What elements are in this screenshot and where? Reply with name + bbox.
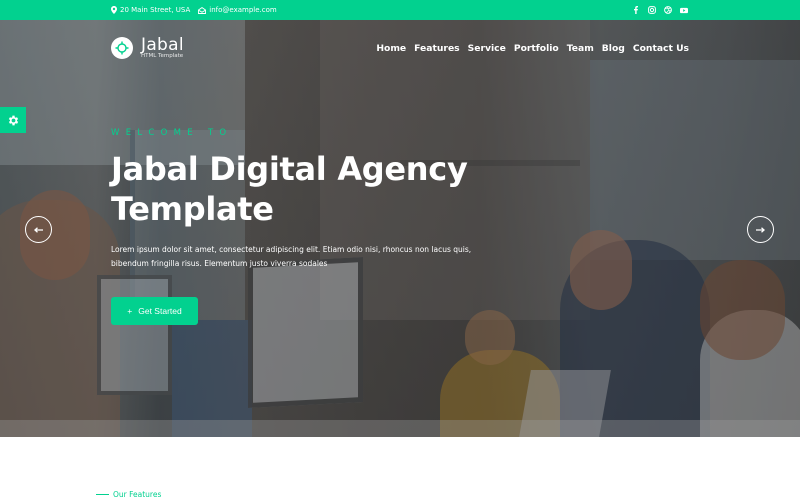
nav-home[interactable]: Home bbox=[376, 43, 406, 54]
hero-eyebrow: WELCOME TO bbox=[111, 128, 233, 138]
hero-description: Lorem ipsum dolor sit amet, consectetur … bbox=[111, 245, 472, 268]
features-section-label: Our Features bbox=[96, 490, 161, 499]
map-pin-icon bbox=[111, 6, 117, 14]
slider-next-button[interactable] bbox=[747, 216, 774, 243]
gear-icon bbox=[8, 115, 18, 125]
nav-portfolio[interactable]: Portfolio bbox=[514, 43, 559, 54]
arrow-left-icon bbox=[34, 226, 43, 233]
hero-title-line-1: Jabal Digital Agency bbox=[111, 150, 468, 188]
facebook-icon[interactable] bbox=[632, 6, 640, 14]
get-started-label: Get Started bbox=[138, 306, 182, 316]
envelope-open-icon bbox=[198, 6, 207, 14]
primary-nav: Home Features Service Portfolio Team Blo… bbox=[376, 43, 689, 54]
slider-prev-button[interactable] bbox=[25, 216, 52, 243]
brand-logo[interactable]: Jabal HTML Template bbox=[111, 34, 184, 60]
main-navbar: Jabal HTML Template Home Features Servic… bbox=[111, 33, 689, 63]
hero-title-line-2: Template bbox=[111, 190, 274, 228]
instagram-icon[interactable] bbox=[648, 6, 656, 14]
contact-info: 20 Main Street, USA info@example.com bbox=[111, 6, 277, 14]
address-item: 20 Main Street, USA bbox=[111, 6, 190, 14]
youtube-icon[interactable] bbox=[680, 6, 688, 14]
brand-tagline: HTML Template bbox=[141, 52, 184, 59]
features-label-text: Our Features bbox=[113, 490, 162, 499]
email-link[interactable]: info@example.com bbox=[209, 6, 276, 14]
hero-title: Jabal Digital Agency Template bbox=[111, 149, 511, 229]
brand-name: Jabal bbox=[141, 34, 184, 55]
nav-team[interactable]: Team bbox=[567, 43, 594, 54]
email-item[interactable]: info@example.com bbox=[198, 6, 277, 14]
dribbble-icon[interactable] bbox=[664, 6, 672, 14]
top-info-bar: 20 Main Street, USA info@example.com bbox=[0, 0, 800, 20]
hero-content: WELCOME TO Jabal Digital Agency Template… bbox=[111, 128, 511, 325]
nav-blog[interactable]: Blog bbox=[602, 43, 625, 54]
nav-features[interactable]: Features bbox=[414, 43, 460, 54]
label-divider-line bbox=[96, 494, 109, 495]
crosshair-logo-icon bbox=[111, 37, 133, 59]
brand-text: Jabal HTML Template bbox=[141, 34, 184, 60]
nav-service[interactable]: Service bbox=[468, 43, 506, 54]
settings-toggle-button[interactable] bbox=[0, 107, 26, 133]
nav-contact-us[interactable]: Contact Us bbox=[633, 43, 689, 54]
address-text: 20 Main Street, USA bbox=[120, 6, 191, 14]
arrow-right-icon bbox=[756, 226, 765, 233]
plus-icon: + bbox=[127, 306, 133, 316]
get-started-button[interactable]: + Get Started bbox=[111, 297, 198, 325]
social-links bbox=[632, 6, 688, 14]
hero-slider: Jabal HTML Template Home Features Servic… bbox=[0, 20, 800, 437]
